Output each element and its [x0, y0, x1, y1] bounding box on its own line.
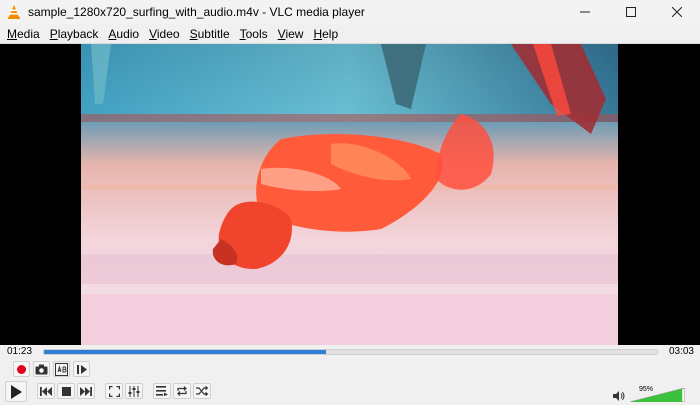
menu-tools-rest: ools	[245, 26, 268, 41]
menu-audio[interactable]: Audio	[103, 24, 144, 44]
menu-media-accel: M	[7, 26, 17, 41]
playlist-icon	[156, 386, 168, 396]
volume-level	[630, 388, 683, 402]
play-button[interactable]	[5, 381, 27, 402]
menu-bar: Media Playback Audio Video Subtitle Tool…	[0, 24, 700, 44]
ab-loop-button[interactable]	[53, 361, 70, 377]
close-button[interactable]	[654, 0, 700, 24]
record-icon	[17, 364, 26, 374]
stop-icon	[61, 386, 71, 396]
menu-media-rest: edia	[17, 26, 40, 41]
maximize-button[interactable]	[608, 0, 654, 24]
window-title: sample_1280x720_surfing_with_audio.m4v -…	[28, 5, 365, 19]
volume-slider[interactable]	[630, 388, 685, 402]
close-icon	[672, 7, 682, 17]
video-area[interactable]	[0, 44, 700, 345]
menu-video[interactable]: Video	[144, 24, 184, 44]
vlc-window: sample_1280x720_surfing_with_audio.m4v -…	[0, 0, 700, 405]
next-button[interactable]	[77, 383, 95, 399]
camera-icon	[35, 364, 48, 374]
previous-button[interactable]	[37, 383, 55, 399]
menu-subtitle-rest: ubtitle	[197, 26, 230, 41]
maximize-icon	[626, 7, 636, 17]
loop-icon	[177, 386, 187, 396]
skip-forward-icon	[80, 386, 92, 396]
total-time[interactable]: 03:03	[669, 346, 694, 357]
menu-view-rest: iew	[285, 26, 304, 41]
menu-subtitle-accel: S	[189, 26, 198, 41]
menu-playback-accel: P	[49, 26, 58, 41]
seek-slider[interactable]	[43, 349, 658, 355]
elapsed-time[interactable]: 01:23	[7, 346, 32, 357]
title-bar: sample_1280x720_surfing_with_audio.m4v -…	[0, 0, 700, 24]
menu-help[interactable]: Help	[308, 24, 343, 44]
shuffle-button[interactable]	[193, 383, 211, 399]
menu-playback-rest: layback	[57, 26, 99, 41]
menu-video-accel: V	[149, 26, 157, 41]
playlist-button[interactable]	[153, 383, 171, 399]
seek-progress	[44, 350, 326, 354]
record-button[interactable]	[13, 361, 30, 377]
stop-button[interactable]	[57, 383, 75, 399]
snapshot-button[interactable]	[33, 361, 50, 377]
menu-media[interactable]: Media	[2, 24, 45, 44]
video-frame[interactable]	[81, 44, 618, 345]
minimize-icon	[580, 11, 590, 13]
menu-playback[interactable]: Playback	[45, 24, 104, 44]
menu-view[interactable]: View	[273, 24, 309, 44]
video-frame-image	[81, 44, 618, 345]
frame-step-icon	[76, 364, 87, 374]
menu-help-accel: H	[313, 26, 323, 41]
fullscreen-icon	[108, 385, 120, 397]
menu-tools[interactable]: Tools	[235, 24, 273, 44]
extended-settings-button[interactable]	[125, 383, 143, 399]
speaker-icon[interactable]	[613, 391, 625, 401]
fullscreen-button[interactable]	[105, 383, 123, 399]
vlc-cone-icon	[8, 5, 20, 19]
menu-video-rest: ideo	[156, 26, 180, 41]
menu-help-rest: elp	[322, 26, 339, 41]
skip-back-icon	[40, 386, 52, 396]
loop-button[interactable]	[173, 383, 191, 399]
menu-audio-rest: udio	[116, 26, 140, 41]
frame-step-button[interactable]	[73, 361, 90, 377]
ab-loop-icon	[55, 362, 68, 376]
menu-subtitle[interactable]: Subtitle	[185, 24, 235, 44]
play-icon	[11, 384, 22, 399]
equalizer-icon	[128, 385, 140, 397]
shuffle-icon	[196, 386, 208, 396]
minimize-button[interactable]	[562, 0, 608, 24]
seek-row: 01:23 03:03	[0, 345, 700, 359]
